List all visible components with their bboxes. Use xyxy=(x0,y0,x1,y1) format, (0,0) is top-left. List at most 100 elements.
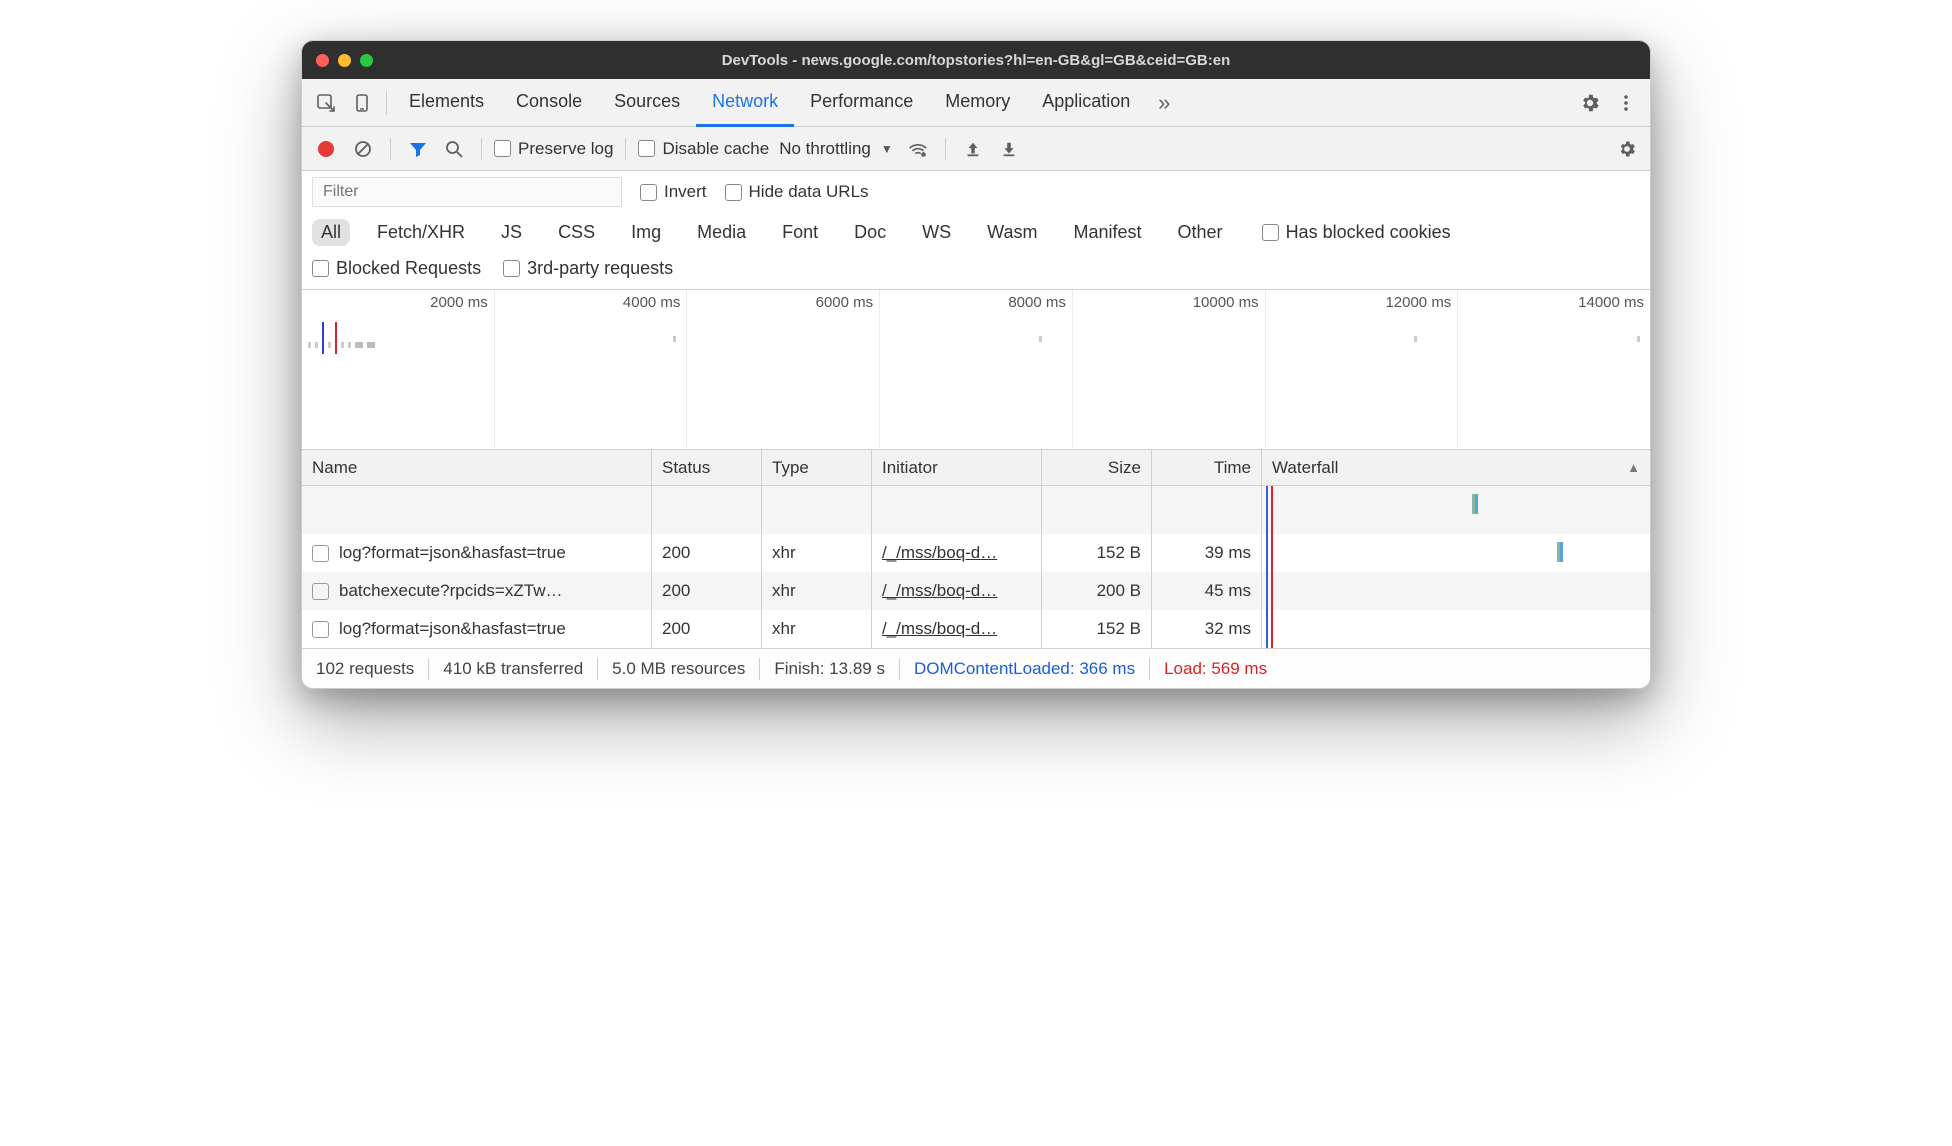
request-time: 32 ms xyxy=(1152,610,1262,648)
request-size: 152 B xyxy=(1042,534,1152,572)
request-initiator-link[interactable]: /_/mss/boq-d… xyxy=(882,619,997,639)
third-party-label: 3rd-party requests xyxy=(527,258,673,279)
timeline-tick: 6000 ms xyxy=(816,294,874,311)
kebab-menu-icon[interactable] xyxy=(1608,85,1644,121)
tab-elements[interactable]: Elements xyxy=(393,79,500,127)
col-header-initiator[interactable]: Initiator xyxy=(872,450,1042,485)
blocked-requests-label: Blocked Requests xyxy=(336,258,481,279)
request-type: xhr xyxy=(762,534,872,572)
device-mode-icon[interactable] xyxy=(344,85,380,121)
col-header-size[interactable]: Size xyxy=(1042,450,1152,485)
status-bar: 102 requests 410 kB transferred 5.0 MB r… xyxy=(302,648,1650,688)
hide-data-urls-checkbox[interactable]: Hide data URLs xyxy=(725,182,869,202)
filter-chip-other[interactable]: Other xyxy=(1169,219,1232,246)
request-status: 200 xyxy=(652,572,762,610)
status-transferred: 410 kB transferred xyxy=(443,659,583,679)
traffic-lights xyxy=(316,54,373,67)
close-window-button[interactable] xyxy=(316,54,329,67)
disable-cache-label: Disable cache xyxy=(662,139,769,159)
request-table: Name Status Type Initiator Size Time Wat… xyxy=(302,450,1650,648)
chevron-down-icon: ▼ xyxy=(881,142,893,156)
filter-input[interactable] xyxy=(312,177,622,207)
tab-console[interactable]: Console xyxy=(500,79,598,127)
status-finish: Finish: 13.89 s xyxy=(774,659,885,679)
more-tabs-icon[interactable]: » xyxy=(1146,85,1182,121)
tab-application[interactable]: Application xyxy=(1026,79,1146,127)
invert-label: Invert xyxy=(664,182,707,202)
col-header-time[interactable]: Time xyxy=(1152,450,1262,485)
filter-funnel-icon[interactable] xyxy=(403,134,433,164)
filter-chip-css[interactable]: CSS xyxy=(549,219,604,246)
maximize-window-button[interactable] xyxy=(360,54,373,67)
network-settings-gear-icon[interactable] xyxy=(1612,134,1642,164)
window-title: DevTools - news.google.com/topstories?hl… xyxy=(722,52,1231,69)
request-initiator-link[interactable]: /_/mss/boq-d… xyxy=(882,543,997,563)
has-blocked-cookies-checkbox[interactable]: Has blocked cookies xyxy=(1262,222,1451,243)
table-row[interactable]: log?format=json&hasfast=true 200 xhr /_/… xyxy=(302,610,1650,648)
table-row[interactable]: log?format=json&hasfast=true 200 xhr /_/… xyxy=(302,534,1650,572)
col-header-type[interactable]: Type xyxy=(762,450,872,485)
filter-type-row: All Fetch/XHR JS CSS Img Media Font Doc … xyxy=(302,213,1650,252)
status-requests: 102 requests xyxy=(316,659,414,679)
filter-chip-js[interactable]: JS xyxy=(492,219,531,246)
row-checkbox[interactable] xyxy=(312,583,329,600)
table-body: log?format=json&hasfast=true 200 xhr /_/… xyxy=(302,486,1650,648)
filter-row-1: Invert Hide data URLs xyxy=(302,171,1650,213)
status-resources: 5.0 MB resources xyxy=(612,659,745,679)
request-type: xhr xyxy=(762,572,872,610)
upload-har-icon[interactable] xyxy=(958,134,988,164)
request-size: 200 B xyxy=(1042,572,1152,610)
request-name: log?format=json&hasfast=true xyxy=(339,543,566,563)
main-tabbar: Elements Console Sources Network Perform… xyxy=(302,79,1650,127)
timeline-tick: 8000 ms xyxy=(1008,294,1066,311)
disable-cache-checkbox[interactable]: Disable cache xyxy=(638,139,769,159)
preserve-log-checkbox[interactable]: Preserve log xyxy=(494,139,613,159)
table-row[interactable]: batchexecute?rpcids=xZTw… 200 xhr /_/mss… xyxy=(302,572,1650,610)
invert-checkbox[interactable]: Invert xyxy=(640,182,707,202)
filter-chip-ws[interactable]: WS xyxy=(913,219,960,246)
tab-sources[interactable]: Sources xyxy=(598,79,696,127)
filter-chip-font[interactable]: Font xyxy=(773,219,827,246)
timeline-overview[interactable]: 2000 ms 4000 ms 6000 ms 8000 ms 10000 ms… xyxy=(302,290,1650,450)
throttling-dropdown[interactable]: No throttling ▼ xyxy=(775,139,897,159)
request-time: 45 ms xyxy=(1152,572,1262,610)
has-blocked-cookies-label: Has blocked cookies xyxy=(1286,222,1451,243)
titlebar: DevTools - news.google.com/topstories?hl… xyxy=(302,41,1650,79)
filter-chip-doc[interactable]: Doc xyxy=(845,219,895,246)
tab-performance[interactable]: Performance xyxy=(794,79,929,127)
tab-memory[interactable]: Memory xyxy=(929,79,1026,127)
timeline-tick: 10000 ms xyxy=(1193,294,1259,311)
filter-chip-all[interactable]: All xyxy=(312,219,350,246)
filter-chip-img[interactable]: Img xyxy=(622,219,670,246)
request-size: 152 B xyxy=(1042,610,1152,648)
filter-chip-wasm[interactable]: Wasm xyxy=(978,219,1046,246)
settings-gear-icon[interactable] xyxy=(1572,85,1608,121)
blocked-requests-checkbox[interactable]: Blocked Requests xyxy=(312,258,481,279)
col-header-name[interactable]: Name xyxy=(302,450,652,485)
record-button[interactable] xyxy=(318,141,334,157)
filter-chip-fetchxhr[interactable]: Fetch/XHR xyxy=(368,219,474,246)
search-icon[interactable] xyxy=(439,134,469,164)
col-header-waterfall[interactable]: Waterfall ▲ xyxy=(1262,450,1650,485)
third-party-requests-checkbox[interactable]: 3rd-party requests xyxy=(503,258,673,279)
download-har-icon[interactable] xyxy=(994,134,1024,164)
devtools-window: DevTools - news.google.com/topstories?hl… xyxy=(301,40,1651,689)
tab-network[interactable]: Network xyxy=(696,79,794,127)
filter-chip-media[interactable]: Media xyxy=(688,219,755,246)
network-conditions-icon[interactable] xyxy=(903,134,933,164)
clear-icon[interactable] xyxy=(348,134,378,164)
table-row[interactable] xyxy=(302,486,1650,534)
row-checkbox[interactable] xyxy=(312,545,329,562)
status-domcontentloaded: DOMContentLoaded: 366 ms xyxy=(914,659,1135,679)
minimize-window-button[interactable] xyxy=(338,54,351,67)
timeline-tick: 4000 ms xyxy=(623,294,681,311)
inspect-icon[interactable] xyxy=(308,85,344,121)
network-toolbar: Preserve log Disable cache No throttling… xyxy=(302,127,1650,171)
row-checkbox[interactable] xyxy=(312,621,329,638)
preserve-log-label: Preserve log xyxy=(518,139,613,159)
request-initiator-link[interactable]: /_/mss/boq-d… xyxy=(882,581,997,601)
col-header-status[interactable]: Status xyxy=(652,450,762,485)
filter-chip-manifest[interactable]: Manifest xyxy=(1065,219,1151,246)
request-status: 200 xyxy=(652,610,762,648)
request-name: batchexecute?rpcids=xZTw… xyxy=(339,581,562,601)
